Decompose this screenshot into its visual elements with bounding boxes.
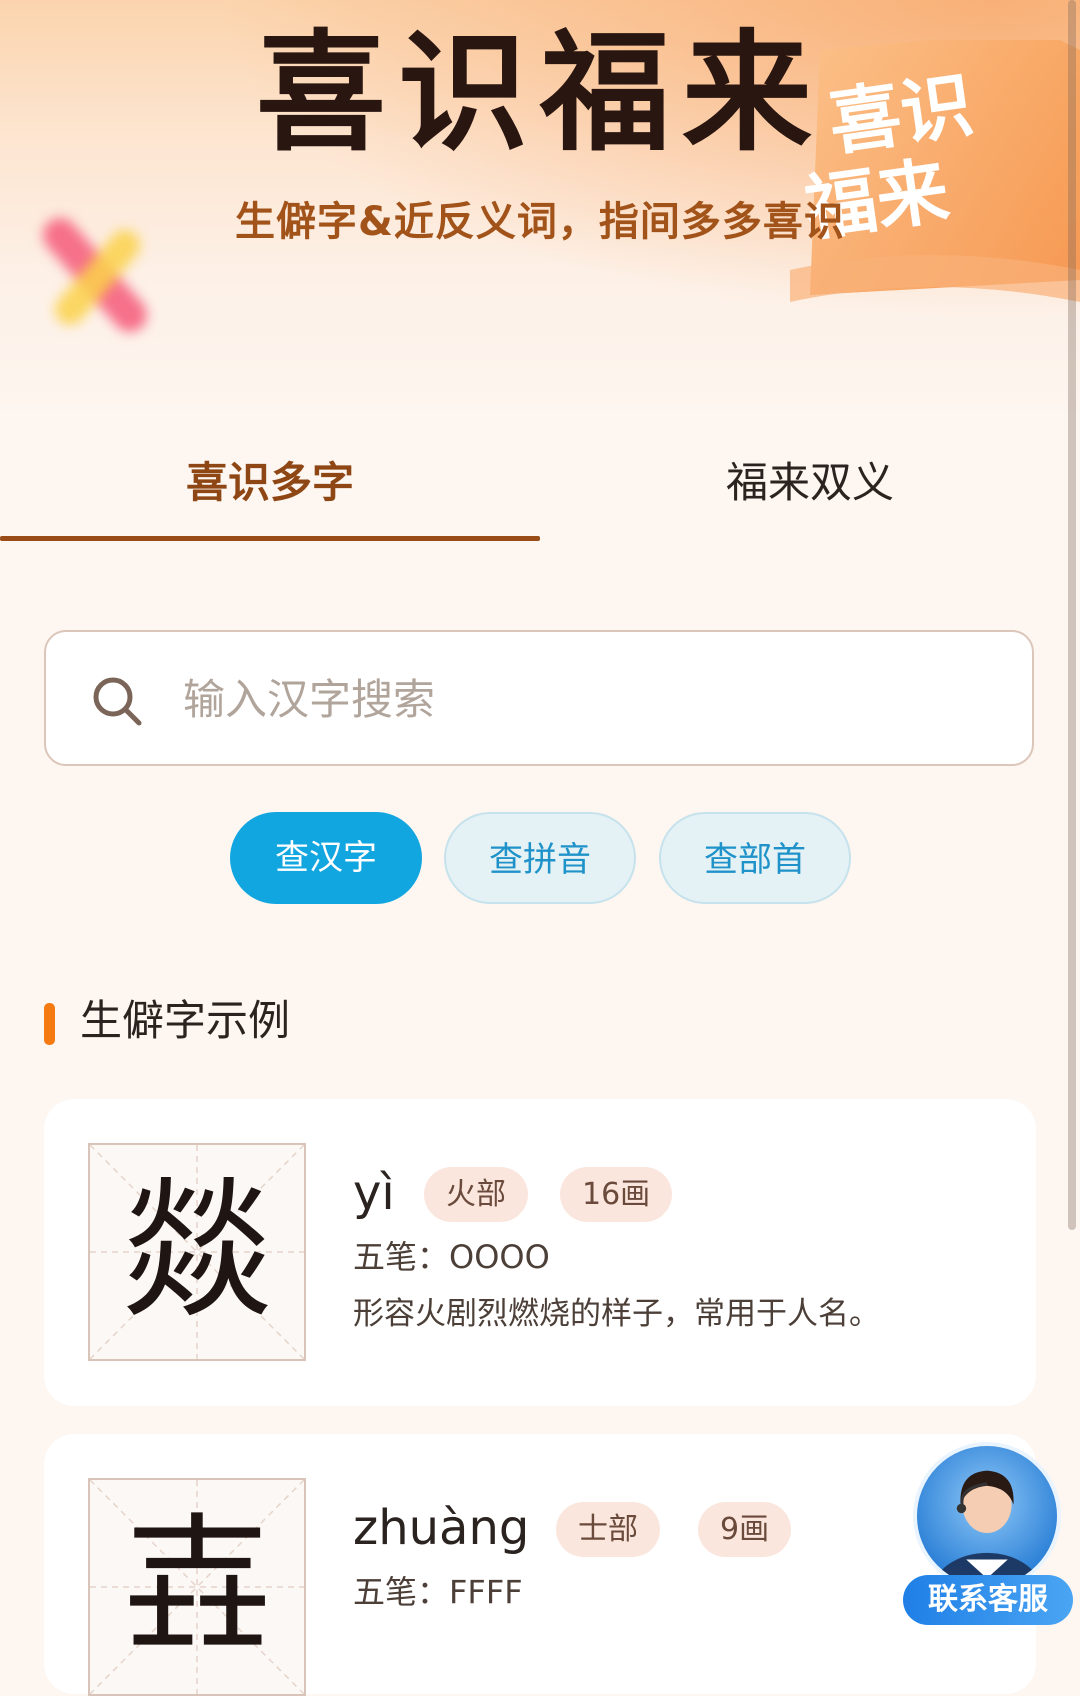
tab-characters[interactable]: 喜识多字 <box>0 410 540 545</box>
customer-service-button[interactable]: 联系客服 <box>895 1442 1080 1625</box>
character-grid: 壵 <box>88 1478 306 1696</box>
section-marker <box>44 1003 55 1045</box>
search-box[interactable] <box>44 630 1034 766</box>
example-character: 壵 <box>121 1500 272 1674</box>
section-title: 生僻字示例 <box>80 996 291 1045</box>
agent-avatar <box>913 1442 1061 1590</box>
tab-bar: 喜识多字 福来双义 <box>0 410 1080 545</box>
scrollbar[interactable] <box>1068 0 1076 1230</box>
app-subtitle: 生僻字&近反义词，指间多多喜识 <box>235 199 845 245</box>
example-pinyin: zhuàng <box>353 1500 530 1556</box>
example-pinyin: yì <box>353 1165 395 1221</box>
query-type-radical-button[interactable]: 查部首 <box>659 812 851 904</box>
example-character: 燚 <box>121 1165 272 1339</box>
app-title: 喜识福来 <box>255 17 824 169</box>
query-type-character-button[interactable]: 查汉字 <box>230 812 422 904</box>
tab-synonyms[interactable]: 福来双义 <box>540 410 1080 545</box>
search-icon <box>93 677 142 726</box>
character-grid: 燚 <box>88 1143 306 1361</box>
active-tab-underline <box>0 536 540 541</box>
customer-service-label: 联系客服 <box>903 1575 1073 1625</box>
strokes-tag: 9画 <box>698 1502 792 1557</box>
wubi-code: 五笔：OOOO <box>353 1238 550 1276</box>
example-card[interactable]: 燚 yì 火部 16画 五笔：OOOO 形容火剧烈燃烧的样子，常用于人名。 <box>44 1099 1036 1406</box>
character-meaning: 形容火剧烈燃烧的样子，常用于人名。 <box>353 1296 880 1332</box>
strokes-tag: 16画 <box>560 1167 673 1222</box>
query-type-pinyin-button[interactable]: 查拼音 <box>444 812 636 904</box>
search-input[interactable] <box>181 662 985 736</box>
example-card[interactable]: 壵 zhuàng 士部 9画 五笔：FFFF <box>44 1434 1036 1696</box>
wubi-code: 五笔：FFFF <box>353 1573 523 1611</box>
radical-tag: 火部 <box>424 1167 528 1222</box>
radical-tag: 士部 <box>556 1502 660 1557</box>
app-header: 喜识 福来 喜识福来 生僻字&近反义词，指间多多喜识 <box>0 0 1080 410</box>
